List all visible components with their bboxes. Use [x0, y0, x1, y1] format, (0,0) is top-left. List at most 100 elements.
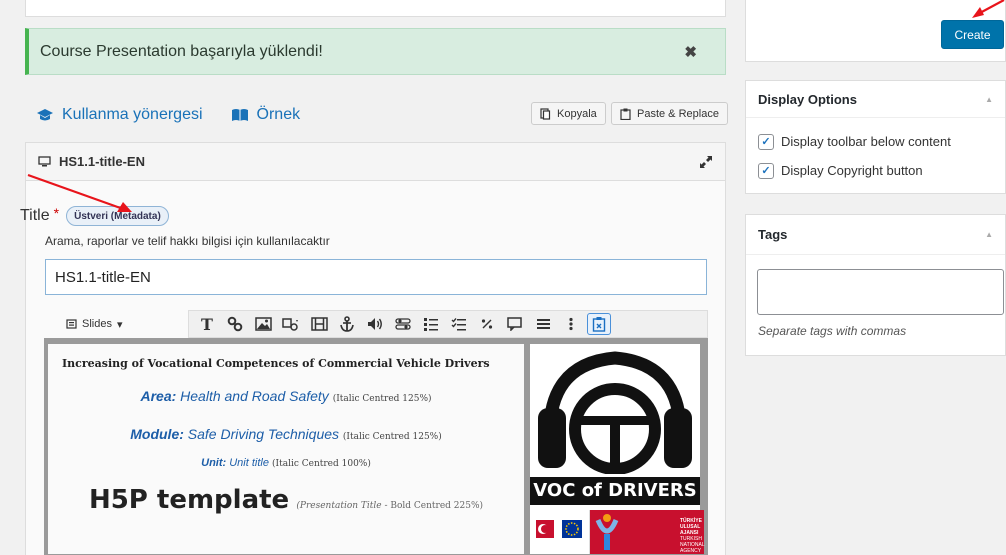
unit-label: Unit: [201, 457, 227, 469]
title-label: Title [20, 207, 50, 224]
checkbox-copyright[interactable]: ✓ [758, 162, 774, 179]
align-justify-icon [536, 319, 550, 329]
collapse-arrow-icon[interactable]: ▲ [985, 95, 993, 104]
display-options-header[interactable]: Display Options ▲ [746, 81, 1005, 118]
template-title: H5P template [88, 485, 290, 515]
slide-toolbar: Slides ▾ T [44, 310, 708, 338]
slide-unit-line: Unit: Unit title (Italic Centred 100%) [48, 457, 524, 469]
required-mark: * [53, 205, 60, 221]
close-icon[interactable]: ✖ [684, 43, 697, 61]
title-description: Arama, raporlar ve telif hakkı bilgisi i… [45, 234, 330, 248]
option-copyright-row[interactable]: ✓ Display Copyright button [746, 156, 1005, 185]
image-icon [254, 317, 272, 331]
guide-link[interactable]: Kullanma yönergesi [36, 106, 203, 124]
audio-tool[interactable] [363, 313, 387, 335]
more-tools[interactable] [559, 313, 583, 335]
agency-line2: TURKISH NATIONAL AGENCY [680, 536, 705, 554]
slides-dropdown-label: Slides [82, 318, 112, 330]
summary-tool[interactable] [531, 313, 555, 335]
module-note: (Italic Centred 125%) [342, 432, 442, 442]
example-link[interactable]: Örnek [231, 106, 301, 124]
paste-replace-button[interactable]: Paste & Replace [611, 102, 728, 125]
metadata-button[interactable]: Üstveri (Metadata) [66, 206, 169, 226]
slide-text-block[interactable]: Increasing of Vocational Competences of … [48, 344, 524, 554]
tags-input[interactable] [757, 269, 1004, 315]
tags-header[interactable]: Tags ▲ [746, 215, 1005, 255]
slide-module-line: Module: Safe Driving Techniques (Italic … [48, 426, 524, 442]
example-link-label: Örnek [256, 106, 301, 123]
checklist-icon [451, 318, 466, 331]
tags-hint: Separate tags with commas [758, 324, 907, 338]
success-notice: Course Presentation başarıyla yüklendi! … [25, 28, 726, 75]
title-field-label: Title * Üstveri (Metadata) [20, 205, 169, 226]
percent-icon [481, 319, 493, 329]
option-copyright-label: Display Copyright button [781, 163, 923, 178]
checkbox-toolbar[interactable]: ✓ [758, 133, 774, 150]
shapes-tool[interactable] [279, 313, 303, 335]
fill-blanks-tool[interactable] [419, 313, 443, 335]
slide-template-line: H5P template (Presentation Title - Bold … [48, 484, 524, 515]
unit-note: (Italic Centred 100%) [272, 459, 371, 469]
collapse-arrow-icon[interactable]: ▲ [985, 230, 993, 239]
voc-drivers-logo[interactable]: VOC of DRIVERS TÜRKİYE ULUSAL AJANSI TUR… [530, 344, 705, 554]
template-note-rest: - Bold Centred 225%) [381, 501, 484, 511]
module-value: Safe Driving Techniques [187, 426, 340, 442]
copy-button[interactable]: Kopyala [531, 102, 606, 125]
area-label: Area: [140, 388, 177, 404]
unit-value: Unit title [229, 457, 269, 469]
display-options-title: Display Options [758, 91, 857, 107]
display-options-panel: Display Options ▲ ✓ Display toolbar belo… [745, 80, 1006, 194]
help-links: Kullanma yönergesi Örnek [36, 106, 300, 124]
monitor-icon [38, 156, 51, 167]
toggles-icon [395, 318, 411, 330]
copy-icon [540, 107, 551, 120]
area-note: (Italic Centred 125%) [332, 394, 432, 404]
agency-line1: TÜRKİYE ULUSAL AJANSI [680, 518, 702, 536]
copy-button-label: Kopyala [557, 107, 597, 120]
fullscreen-icon[interactable] [699, 155, 713, 169]
caret-down-icon: ▾ [116, 318, 123, 331]
graduation-cap-icon [37, 109, 53, 121]
slides-dropdown[interactable]: Slides ▾ [44, 318, 188, 331]
link-tool[interactable] [223, 313, 247, 335]
template-note: (Presentation Title - Bold Centred 225%) [296, 501, 483, 511]
text-icon: T [201, 314, 213, 334]
area-value: Health and Road Safety [180, 388, 329, 404]
agency-logo: TÜRKİYE ULUSAL AJANSI TURKISH NATIONAL A… [590, 510, 705, 554]
agency-figure-icon [595, 514, 619, 550]
sponsor-strip: TÜRKİYE ULUSAL AJANSI TURKISH NATIONAL A… [530, 510, 705, 554]
multichoice-tool[interactable] [447, 313, 471, 335]
steering-wheel-icon [538, 351, 692, 474]
book-icon [231, 109, 248, 121]
speech-bubble-icon [507, 317, 522, 331]
exportable-text-tool[interactable] [587, 313, 611, 335]
element-tools: T [188, 310, 708, 338]
true-false-tool[interactable] [391, 313, 415, 335]
speaker-icon [367, 318, 382, 330]
slides-icon [66, 319, 77, 329]
anchor-icon [340, 316, 354, 332]
vertical-dots-icon [569, 317, 573, 331]
slide-area-line: Area: Health and Road Safety (Italic Cen… [48, 388, 524, 404]
film-icon [310, 317, 328, 331]
clipboard-x-icon [592, 317, 606, 332]
editor-heading: HS1.1-title-EN [59, 154, 145, 169]
module-label: Module: [130, 426, 184, 442]
clipboard-icon [620, 108, 631, 120]
guide-link-label: Kullanma yönergesi [62, 106, 203, 123]
list-check-icon [424, 318, 438, 331]
text-tool[interactable]: T [195, 313, 219, 335]
create-button[interactable]: Create [941, 20, 1004, 49]
top-panel [25, 0, 726, 17]
video-tool[interactable] [307, 313, 331, 335]
image-tool[interactable] [251, 313, 275, 335]
logo-text: VOC of DRIVERS [530, 477, 700, 505]
title-input[interactable] [45, 259, 707, 295]
tags-panel: Tags ▲ Separate tags with commas [745, 214, 1006, 356]
dialog-tool[interactable] [503, 313, 527, 335]
slide-title: Increasing of Vocational Competences of … [62, 357, 490, 370]
option-toolbar-row[interactable]: ✓ Display toolbar below content [746, 127, 1005, 156]
percent-tool[interactable] [475, 313, 499, 335]
anchor-tool[interactable] [335, 313, 359, 335]
option-toolbar-label: Display toolbar below content [781, 134, 951, 149]
